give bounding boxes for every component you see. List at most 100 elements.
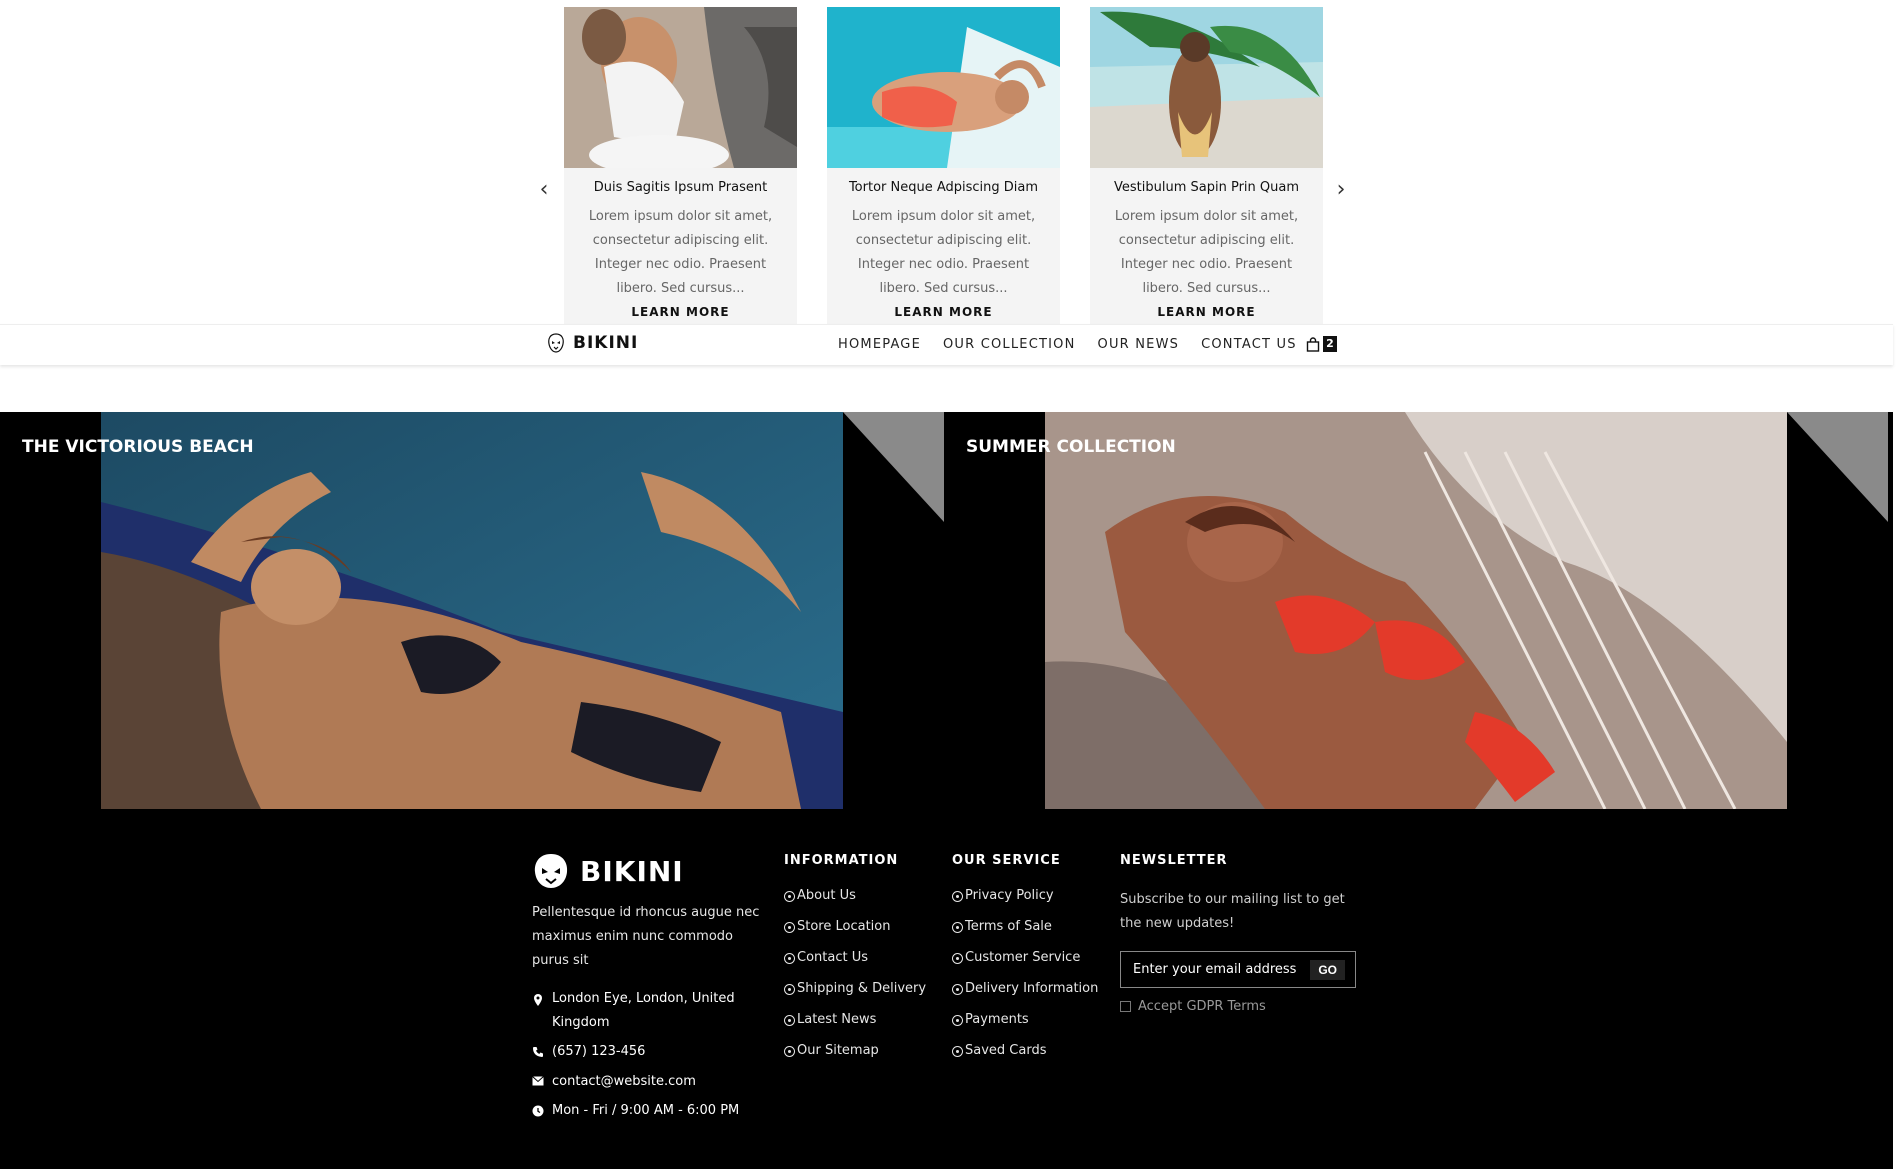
newsletter-go-button[interactable]: GO (1310, 959, 1345, 980)
blog-excerpt: Lorem ipsum dolor sit amet, consectetur … (588, 209, 773, 296)
newsletter-column: NEWSLETTER Subscribe to our mailing list… (1120, 853, 1356, 1014)
learn-more-link[interactable]: LEARN MORE (564, 305, 797, 319)
circle-dot-icon (784, 922, 795, 933)
sticky-header: BIKINI HOMEPAGE OUR COLLECTION OUR NEWS … (0, 324, 1893, 365)
link-label: Privacy Policy (965, 888, 1054, 903)
banner-summer-collection[interactable]: SUMMER COLLECTION (944, 412, 1888, 809)
footer-logo-text: BIKINI (580, 854, 684, 888)
blog-carousel: ‹ Duis Sagitis Ipsum Prasent Lorem ipsum… (536, 7, 1356, 324)
banner-title: THE VICTORIOUS BEACH (22, 437, 254, 457)
link-label: Saved Cards (965, 1043, 1047, 1058)
service-title: OUR SERVICE (952, 853, 1061, 868)
logo-text: BIKINI (573, 333, 639, 353)
footer-description: Pellentesque id rhoncus augue nec maximu… (532, 905, 760, 968)
gdpr-checkbox-row[interactable]: Accept GDPR Terms (1120, 999, 1356, 1014)
information-title: INFORMATION (784, 853, 899, 868)
footer-link-our-sitemap[interactable]: Our Sitemap (784, 1043, 926, 1074)
footer-link-payments[interactable]: Payments (952, 1012, 1098, 1043)
chevron-right-icon[interactable]: › (1331, 177, 1351, 202)
blog-title[interactable]: Duis Sagitis Ipsum Prasent (564, 180, 797, 195)
footer-link-shipping-delivery[interactable]: Shipping & Delivery (784, 981, 926, 1012)
newsletter-email-input[interactable] (1133, 962, 1311, 977)
logo-icon (534, 854, 568, 888)
learn-more-link[interactable]: LEARN MORE (1090, 305, 1323, 319)
circle-dot-icon (784, 984, 795, 995)
newsletter-form: GO (1120, 951, 1356, 988)
footer-link-store-location[interactable]: Store Location (784, 919, 926, 950)
circle-dot-icon (784, 953, 795, 964)
footer-link-delivery-information[interactable]: Delivery Information (952, 981, 1098, 1012)
link-label: Customer Service (965, 950, 1081, 965)
link-label: Contact Us (797, 950, 868, 965)
nav-homepage[interactable]: HOMEPAGE (838, 337, 921, 352)
banner-corner (843, 412, 944, 522)
nav-our-collection[interactable]: OUR COLLECTION (943, 337, 1076, 352)
banner-title: SUMMER COLLECTION (966, 437, 1176, 457)
circle-dot-icon (952, 1015, 963, 1026)
nav-our-news[interactable]: OUR NEWS (1098, 337, 1180, 352)
address-text: London Eye, London, United Kingdom (552, 991, 735, 1030)
logo-icon (548, 333, 564, 353)
circle-dot-icon (952, 984, 963, 995)
circle-dot-icon (784, 1046, 795, 1057)
blog-excerpt: Lorem ipsum dolor sit amet, consectetur … (851, 209, 1036, 296)
site-logo[interactable]: BIKINI (547, 333, 638, 353)
banner-image (1045, 412, 1787, 809)
clock-icon (532, 1105, 544, 1117)
footer-link-customer-service[interactable]: Customer Service (952, 950, 1098, 981)
link-label: Delivery Information (965, 981, 1099, 996)
hours-text: Mon - Fri / 9:00 AM - 6:00 PM (552, 1103, 740, 1118)
blog-image[interactable] (1090, 7, 1323, 168)
circle-dot-icon (952, 922, 963, 933)
banner-image (101, 412, 843, 809)
site-footer: BIKINI Pellentesque id rhoncus augue nec… (0, 809, 1893, 1169)
blog-card: Tortor Neque Adpiscing Diam Lorem ipsum … (827, 7, 1060, 324)
circle-dot-icon (952, 953, 963, 964)
learn-more-link[interactable]: LEARN MORE (827, 305, 1060, 319)
contact-hours: Mon - Fri / 9:00 AM - 6:00 PM (532, 1099, 762, 1123)
blog-image[interactable] (827, 7, 1060, 168)
link-label: Our Sitemap (797, 1043, 879, 1058)
shopping-bag-icon (1306, 336, 1320, 352)
gdpr-checkbox[interactable] (1120, 1001, 1131, 1012)
nav-contact-us[interactable]: CONTACT US (1201, 337, 1297, 352)
blog-title[interactable]: Tortor Neque Adpiscing Diam (827, 180, 1060, 195)
footer-link-terms-of-sale[interactable]: Terms of Sale (952, 919, 1098, 950)
footer-logo[interactable]: BIKINI (532, 853, 684, 889)
link-label: Latest News (797, 1012, 877, 1027)
phone-icon (533, 1047, 543, 1057)
chevron-left-icon[interactable]: ‹ (534, 177, 554, 202)
cart-button[interactable]: 2 (1306, 336, 1337, 352)
information-column: INFORMATION About Us Store Location Cont… (784, 853, 926, 1074)
map-pin-icon (534, 994, 542, 1006)
footer-link-saved-cards[interactable]: Saved Cards (952, 1043, 1098, 1074)
gdpr-label: Accept GDPR Terms (1138, 999, 1266, 1014)
service-column: OUR SERVICE Privacy Policy Terms of Sale… (952, 853, 1098, 1074)
blog-image[interactable] (564, 7, 797, 168)
newsletter-title: NEWSLETTER (1120, 853, 1228, 868)
link-label: Terms of Sale (965, 919, 1052, 934)
blog-title[interactable]: Vestibulum Sapin Prin Quam (1090, 180, 1323, 195)
email-text[interactable]: contact@website.com (552, 1070, 696, 1094)
footer-link-privacy-policy[interactable]: Privacy Policy (952, 888, 1098, 919)
contact-phone: (657) 123-456 (532, 1040, 762, 1064)
newsletter-text: Subscribe to our mailing list to get the… (1120, 892, 1345, 931)
footer-link-latest-news[interactable]: Latest News (784, 1012, 926, 1043)
link-label: Shipping & Delivery (797, 981, 927, 996)
contact-address: London Eye, London, United Kingdom (532, 987, 762, 1035)
link-label: Store Location (797, 919, 891, 934)
footer-link-about-us[interactable]: About Us (784, 888, 926, 919)
link-label: About Us (797, 888, 856, 903)
circle-dot-icon (952, 1046, 963, 1057)
circle-dot-icon (952, 891, 963, 902)
phone-text[interactable]: (657) 123-456 (552, 1040, 645, 1064)
main-nav: HOMEPAGE OUR COLLECTION OUR NEWS CONTACT… (838, 337, 1297, 352)
contact-email: contact@website.com (532, 1070, 762, 1094)
circle-dot-icon (784, 891, 795, 902)
blog-card: Vestibulum Sapin Prin Quam Lorem ipsum d… (1090, 7, 1323, 324)
blog-excerpt: Lorem ipsum dolor sit amet, consectetur … (1114, 209, 1299, 296)
cart-count-badge: 2 (1323, 336, 1337, 352)
banner-corner (1787, 412, 1888, 522)
footer-link-contact-us[interactable]: Contact Us (784, 950, 926, 981)
banner-victorious-beach[interactable]: THE VICTORIOUS BEACH (0, 412, 944, 809)
